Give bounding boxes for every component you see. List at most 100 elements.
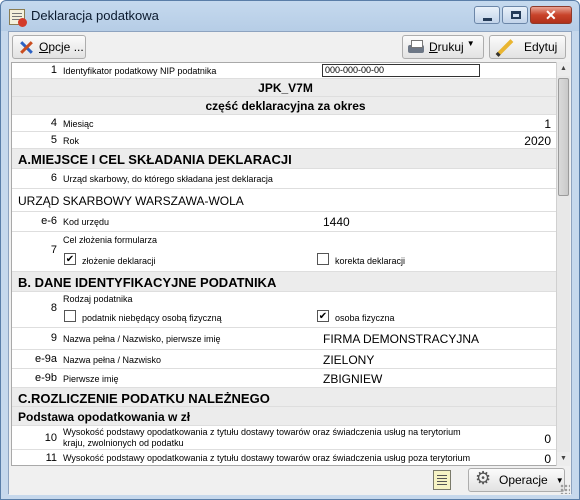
nip-input[interactable]: 000-000-00-00 [322,64,480,77]
print-label-accel: D [429,40,438,54]
row-e9b[interactable]: e-9b Pierwsze imię ZBIGNIEW [12,369,557,388]
row-e6[interactable]: e-6 Kod urzędu 1440 [12,212,557,232]
non-person-option-label: podatnik niebędący osobą fizyczną [82,313,222,323]
title-bar[interactable]: Deklaracja podatkowa ✕ [1,1,579,31]
year-value[interactable]: 2020 [524,134,551,148]
abroad-base-value[interactable]: 0 [544,452,551,465]
first-name-value[interactable]: ZBIGNIEW [323,372,382,386]
row-label: Rodzaj podatnika [63,294,133,304]
row-number: e-9b [34,372,57,384]
row-label: Rok [63,136,80,146]
row-1: 1 Identyfikator podatkowy NIP podatnika … [12,63,557,79]
tax-base-subheader: Podstawa opodatkowania w zł [12,407,557,426]
row-label: Identyfikator podatkowy NIP podatnika [63,66,217,76]
row-label: Cel złożenia formularza [63,235,158,245]
operations-button[interactable]: Operacje ▼ [468,468,565,492]
row-9[interactable]: 9 Nazwa pełna / Nazwisko, pierwsze imię … [12,328,557,350]
window-client: Opcje ... Drukuj ▼ Edytuj 1 Identyfikato… [8,31,572,495]
row-6: 6 Urząd skarbowy, do którego składana je… [12,169,557,189]
toolbar: Opcje ... Drukuj ▼ Edytuj [9,32,571,62]
minimize-button[interactable] [474,6,500,24]
row-label: Wysokość podstawy opodatkowania z tytułu… [63,453,471,463]
row-label: Urząd skarbowy, do którego składana jest… [63,174,273,184]
section-c-title: C.ROZLICZENIE PODATKU NALEŻNEGO [18,391,270,406]
bottom-bar: Operacje ▼ [9,466,571,495]
row-label: Kod urzędu [63,217,110,227]
vertical-scrollbar[interactable]: ▲ ▼ [556,62,570,466]
operations-label: Operacje [499,473,548,487]
natural-person-checkbox[interactable] [317,310,329,322]
resize-grip-icon[interactable] [560,484,570,494]
section-b-header: B. DANE IDENTYFIKACYJNE PODATNIKA [12,272,557,292]
main-window: Deklaracja podatkowa ✕ Opcje ... Drukuj … [0,0,580,500]
minimize-icon [483,18,492,21]
edit-button[interactable]: Edytuj [489,35,566,59]
row-number: 4 [50,117,57,129]
row-number: 5 [50,134,57,146]
row-label-line2: kraju, zwolnionych od podatku [63,438,184,448]
row-number: 8 [50,302,57,314]
row-number: 6 [50,172,57,184]
row-number: 7 [50,244,57,256]
submission-option-label: złożenie deklaracji [82,256,156,266]
form-code: JPK_V7M [258,81,313,95]
scroll-thumb[interactable] [558,78,569,196]
declaration-grid: 1 Identyfikator podatkowy NIP podatnika … [11,62,558,466]
printer-icon [407,39,425,55]
exempt-base-value[interactable]: 0 [544,432,551,446]
office-name-row[interactable]: URZĄD SKARBOWY WARSZAWA-WOLA [12,189,557,212]
correction-checkbox[interactable] [317,253,329,265]
window-title: Deklaracja podatkowa [31,8,159,23]
row-label: Miesiąc [63,119,94,129]
row-number: 10 [44,432,57,444]
options-button[interactable]: Opcje ... [12,35,86,59]
row-number: 11 [45,452,57,464]
correction-option-label: korekta deklaracji [335,256,406,266]
maximize-icon [511,11,521,19]
scroll-up-icon[interactable]: ▲ [557,62,570,76]
dropdown-caret-icon: ▼ [466,38,475,48]
natural-person-option-label: osoba fizyczna [335,313,395,323]
row-7: 7 Cel złożenia formularza złożenie dekla… [12,232,557,272]
row-11[interactable]: 11 Wysokość podstawy opodatkowania z tyt… [12,450,557,465]
month-value[interactable]: 1 [544,117,551,131]
row-number: e-9a [34,353,57,365]
row-number: e-6 [41,215,57,227]
options-label-accel: O [39,40,49,54]
row-label: Nazwa pełna / Nazwisko, pierwsze imię [63,334,221,344]
row-number: 1 [50,64,57,76]
print-label: rukuj [437,40,464,54]
section-a-title: A.MIEJSCE I CEL SKŁADANIA DEKLARACJI [18,152,292,167]
tax-office-name[interactable]: URZĄD SKARBOWY WARSZAWA-WOLA [18,194,244,208]
row-5[interactable]: 5 Rok 2020 [12,132,557,149]
form-code-header: JPK_V7M [12,79,557,97]
print-button[interactable]: Drukuj ▼ [402,35,484,59]
section-a-header: A.MIEJSCE I CEL SKŁADANIA DEKLARACJI [12,149,557,169]
row-number: 9 [50,332,57,344]
row-8: 8 Rodzaj podatnika podatnik niebędący os… [12,292,557,328]
edit-label: Edytuj [524,40,558,54]
tax-base-title: Podstawa opodatkowania w zł [18,410,191,424]
close-button[interactable]: ✕ [530,6,572,24]
office-code-value[interactable]: 1440 [323,215,350,229]
tools-icon [17,39,35,55]
form-subtitle: część deklaracyjna za okres [205,99,366,113]
section-c-header: C.ROZLICZENIE PODATKU NALEŻNEGO [12,388,557,407]
full-name-value[interactable]: FIRMA DEMONSTRACYJNA [323,332,479,346]
row-4[interactable]: 4 Miesiąc 1 [12,115,557,132]
row-e9a[interactable]: e-9a Nazwa pełna / Nazwisko ZIELONY [12,350,557,369]
gear-icon [475,468,493,489]
non-person-checkbox[interactable] [64,310,76,322]
surname-value[interactable]: ZIELONY [323,353,374,367]
row-label-line1: Wysokość podstawy opodatkowania z tytułu… [63,427,461,437]
row-10[interactable]: 10 Wysokość podstawy opodatkowania z tyt… [12,426,557,450]
document-icon[interactable] [433,470,451,490]
row-label: Nazwa pełna / Nazwisko [63,355,162,365]
maximize-button[interactable] [502,6,528,24]
scroll-down-icon[interactable]: ▼ [557,452,570,466]
submission-checkbox[interactable] [64,253,76,265]
section-b-title: B. DANE IDENTYFIKACYJNE PODATNIKA [18,275,277,290]
row-label: Pierwsze imię [63,374,119,384]
pencil-icon [494,39,512,55]
options-label: pcje ... [48,40,84,54]
